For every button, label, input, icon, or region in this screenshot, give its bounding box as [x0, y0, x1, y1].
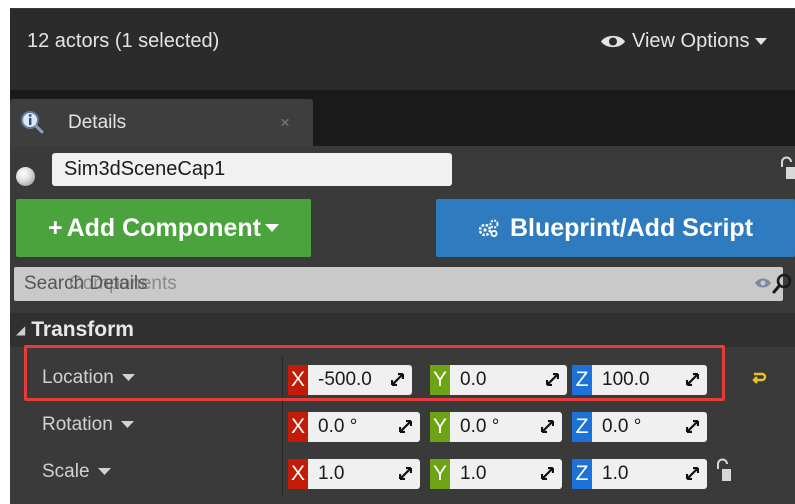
gears-icon: [478, 219, 499, 237]
actor-count-label: 12 actors (1 selected): [27, 30, 220, 52]
drag-handle-icon[interactable]: [686, 467, 699, 480]
view-options-button[interactable]: View Options: [600, 30, 768, 53]
actor-name-field[interactable]: Sim3dSceneCap1: [52, 153, 452, 186]
drag-handle-icon[interactable]: [686, 420, 699, 433]
axis-x-tag: X: [288, 412, 308, 442]
scale-z-field[interactable]: Z 1.0: [572, 459, 707, 489]
rotation-x-value[interactable]: 0.0 °: [308, 412, 420, 442]
transform-title: Transform: [31, 318, 134, 341]
scale-x-value[interactable]: 1.0: [308, 459, 420, 489]
scale-x-field[interactable]: X 1.0: [288, 459, 420, 489]
scale-label-text: Scale: [42, 461, 90, 482]
rotation-y-field[interactable]: Y 0.0 °: [430, 412, 562, 442]
rotation-z-field[interactable]: Z 0.0 °: [572, 412, 707, 442]
view-options-label: View Options: [632, 30, 750, 52]
drag-handle-icon[interactable]: [541, 467, 554, 480]
rotation-y-text: 0.0 °: [460, 416, 500, 437]
search-details-placeholder: Search Details: [24, 273, 148, 294]
close-icon[interactable]: ×: [280, 113, 290, 133]
axis-y-tag: Y: [430, 459, 450, 489]
scale-z-value[interactable]: 1.0: [592, 459, 707, 489]
chevron-down-icon: [97, 468, 111, 475]
add-component-button[interactable]: + Add Component: [16, 199, 311, 257]
lock-icon[interactable]: [714, 458, 731, 482]
scale-y-text: 1.0: [460, 463, 487, 484]
axis-z-tag: Z: [572, 459, 592, 489]
plus-icon: +: [47, 213, 63, 242]
tab-details[interactable]: [10, 99, 313, 146]
rotation-y-value[interactable]: 0.0 °: [450, 412, 562, 442]
location-highlight-box: [24, 345, 725, 401]
rotation-z-text: 0.0 °: [602, 416, 642, 437]
axis-y-tag: Y: [430, 412, 450, 442]
rotation-label[interactable]: Rotation: [42, 414, 134, 436]
info-magnifier-icon: [21, 111, 44, 134]
scale-y-field[interactable]: Y 1.0: [430, 459, 562, 489]
search-icon[interactable]: [772, 272, 794, 294]
blueprint-label: Blueprint/Add Script: [509, 213, 754, 242]
drag-handle-icon[interactable]: [541, 420, 554, 433]
drag-handle-icon[interactable]: [399, 420, 412, 433]
scale-label[interactable]: Scale: [42, 461, 111, 483]
rotation-label-text: Rotation: [42, 414, 113, 435]
drag-handle-icon[interactable]: [399, 467, 412, 480]
blueprint-add-script-button[interactable]: Blueprint/Add Script: [436, 199, 795, 257]
collapse-triangle-icon: ◢: [16, 323, 26, 337]
chevron-down-icon: [120, 421, 134, 428]
rotation-x-field[interactable]: X 0.0 °: [288, 412, 420, 442]
eye-icon[interactable]: [755, 277, 771, 289]
rotation-z-value[interactable]: 0.0 °: [592, 412, 707, 442]
scale-z-text: 1.0: [602, 463, 629, 484]
actor-icon: [16, 167, 35, 186]
axis-x-tag: X: [288, 459, 308, 489]
reset-arrow-icon[interactable]: [751, 371, 767, 385]
axis-z-tag: Z: [572, 412, 592, 442]
rotation-x-text: 0.0 °: [318, 416, 358, 437]
eye-icon: [601, 35, 625, 48]
add-component-label: Add Component: [66, 213, 262, 242]
scale-x-text: 1.0: [318, 463, 345, 484]
lock-icon[interactable]: [778, 156, 795, 180]
transform-category-header[interactable]: ◢ Transform: [10, 313, 795, 347]
scale-y-value[interactable]: 1.0: [450, 459, 562, 489]
chevron-down-icon: [265, 223, 280, 232]
search-details-input[interactable]: Components Search Details: [14, 267, 783, 301]
details-tab-title: Details: [68, 112, 127, 133]
chevron-down-icon: [755, 37, 768, 45]
